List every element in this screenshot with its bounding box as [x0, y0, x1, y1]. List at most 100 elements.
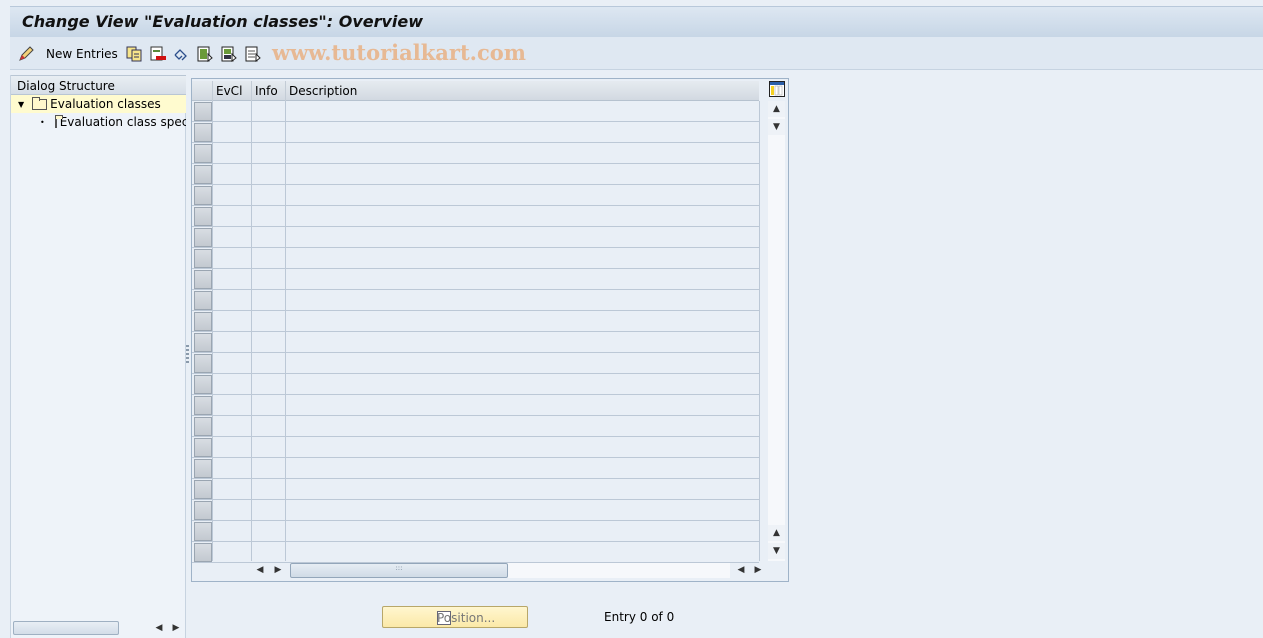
row-selector[interactable] [194, 270, 212, 289]
table-row[interactable] [192, 227, 759, 248]
column-settings-icon[interactable] [769, 81, 785, 97]
row-selector[interactable] [194, 333, 212, 352]
column-divider [285, 101, 286, 561]
scroll-left-icon[interactable]: ◀ [735, 563, 747, 577]
column-divider [251, 101, 252, 561]
row-selector[interactable] [194, 102, 212, 121]
row-selector[interactable] [194, 207, 212, 226]
table-row[interactable] [192, 269, 759, 290]
panel-splitter-handle[interactable] [186, 345, 189, 363]
table-row[interactable] [192, 206, 759, 227]
horizontal-scrollbar[interactable]: ::: [290, 563, 730, 578]
copy-button[interactable] [126, 45, 142, 62]
position-button-label: Position... [437, 611, 496, 625]
row-selector[interactable] [194, 228, 212, 247]
column-header-info[interactable]: Info [251, 81, 285, 101]
row-selector[interactable] [194, 249, 212, 268]
expand-triangle-icon[interactable]: ▼ [18, 100, 24, 109]
table-row[interactable] [192, 101, 759, 122]
table-row[interactable] [192, 311, 759, 332]
row-selector[interactable] [194, 354, 212, 373]
scroll-right-icon[interactable]: ▶ [272, 563, 284, 577]
row-selector[interactable] [194, 459, 212, 478]
table-row[interactable] [192, 185, 759, 206]
change-pencil-button[interactable] [18, 45, 34, 62]
column-header-description[interactable]: Description [285, 81, 759, 101]
deselect-all-icon [245, 46, 261, 62]
position-button[interactable]: Position... [382, 606, 528, 628]
new-entries-button[interactable]: New Entries [46, 45, 118, 62]
table-row[interactable] [192, 374, 759, 395]
row-selector[interactable] [194, 543, 212, 562]
table-row[interactable] [192, 248, 759, 269]
row-selector[interactable] [194, 123, 212, 142]
select-block-icon [221, 46, 237, 62]
change-pencil-icon [18, 45, 34, 62]
scroll-up-icon[interactable]: ▲ [768, 101, 785, 117]
table-header: EvCl Info Description [192, 81, 759, 101]
table-row[interactable] [192, 143, 759, 164]
dialog-structure-header: Dialog Structure [11, 75, 186, 95]
select-all-icon [197, 46, 213, 62]
tree-item-label: Evaluation class spec [59, 115, 186, 129]
title-bar: Change View "Evaluation classes": Overvi… [10, 6, 1263, 37]
copy-icon [126, 46, 142, 62]
undo-icon [173, 46, 189, 62]
row-selector[interactable] [194, 186, 212, 205]
select-block-button[interactable] [221, 45, 237, 62]
watermark-text: www.tutorialkart.com [272, 40, 526, 65]
entry-status: Entry 0 of 0 [604, 610, 675, 624]
table-row[interactable] [192, 395, 759, 416]
scroll-page-up-icon[interactable]: ▲ [768, 525, 785, 541]
undo-button[interactable] [173, 45, 189, 62]
row-selector[interactable] [194, 396, 212, 415]
table-row[interactable] [192, 521, 759, 542]
row-selector[interactable] [194, 291, 212, 310]
scroll-left-icon[interactable]: ◀ [153, 621, 165, 635]
row-selector[interactable] [194, 312, 212, 331]
select-all-rows-cell[interactable] [192, 81, 212, 101]
table-row[interactable] [192, 353, 759, 374]
table-row[interactable] [192, 479, 759, 500]
table-row[interactable] [192, 332, 759, 353]
column-header-evcl[interactable]: EvCl [212, 81, 251, 101]
table-row[interactable] [192, 416, 759, 437]
table-row[interactable] [192, 122, 759, 143]
horizontal-scrollbar-thumb[interactable]: ::: [290, 563, 508, 578]
select-all-button[interactable] [197, 45, 213, 62]
scroll-right-icon[interactable]: ▶ [170, 621, 182, 635]
tree-item-evaluation-class-spec[interactable]: • Evaluation class spec [11, 113, 186, 131]
delete-icon [150, 46, 166, 62]
column-divider [759, 101, 760, 561]
tree-item-evaluation-classes[interactable]: ▼ Evaluation classes [11, 95, 186, 113]
table-row[interactable] [192, 458, 759, 479]
bullet-icon: • [40, 117, 45, 127]
left-horizontal-scrollbar-thumb[interactable] [13, 621, 119, 635]
row-selector[interactable] [194, 417, 212, 436]
row-selector[interactable] [194, 144, 212, 163]
folder-open-icon [32, 96, 48, 110]
scroll-page-down-icon[interactable]: ▼ [768, 543, 785, 559]
row-selector[interactable] [194, 438, 212, 457]
row-selector[interactable] [194, 522, 212, 541]
delete-button[interactable] [150, 45, 166, 62]
deselect-all-button[interactable] [245, 45, 261, 62]
row-selector[interactable] [194, 501, 212, 520]
table-row[interactable] [192, 500, 759, 521]
table-row[interactable] [192, 437, 759, 458]
column-divider [212, 101, 213, 561]
evaluation-classes-table: EvCl Info Description ▲ ▼ ▲ ▼ ◀ ▶ ::: ◀ … [191, 78, 789, 582]
scroll-right-icon[interactable]: ▶ [752, 563, 764, 577]
dialog-structure-title: Dialog Structure [17, 79, 115, 93]
row-selector[interactable] [194, 165, 212, 184]
table-row[interactable] [192, 164, 759, 185]
table-row[interactable] [192, 290, 759, 311]
scroll-left-icon[interactable]: ◀ [254, 563, 266, 577]
row-selector[interactable] [194, 375, 212, 394]
row-selector[interactable] [194, 480, 212, 499]
vertical-scrollbar[interactable]: ▲ ▼ ▲ ▼ [768, 101, 785, 561]
application-toolbar: New Entries www.tutorialkart.com [10, 37, 1263, 70]
tree-item-label: Evaluation classes [50, 97, 161, 111]
scroll-down-icon[interactable]: ▼ [768, 119, 785, 135]
table-row[interactable] [192, 542, 759, 563]
